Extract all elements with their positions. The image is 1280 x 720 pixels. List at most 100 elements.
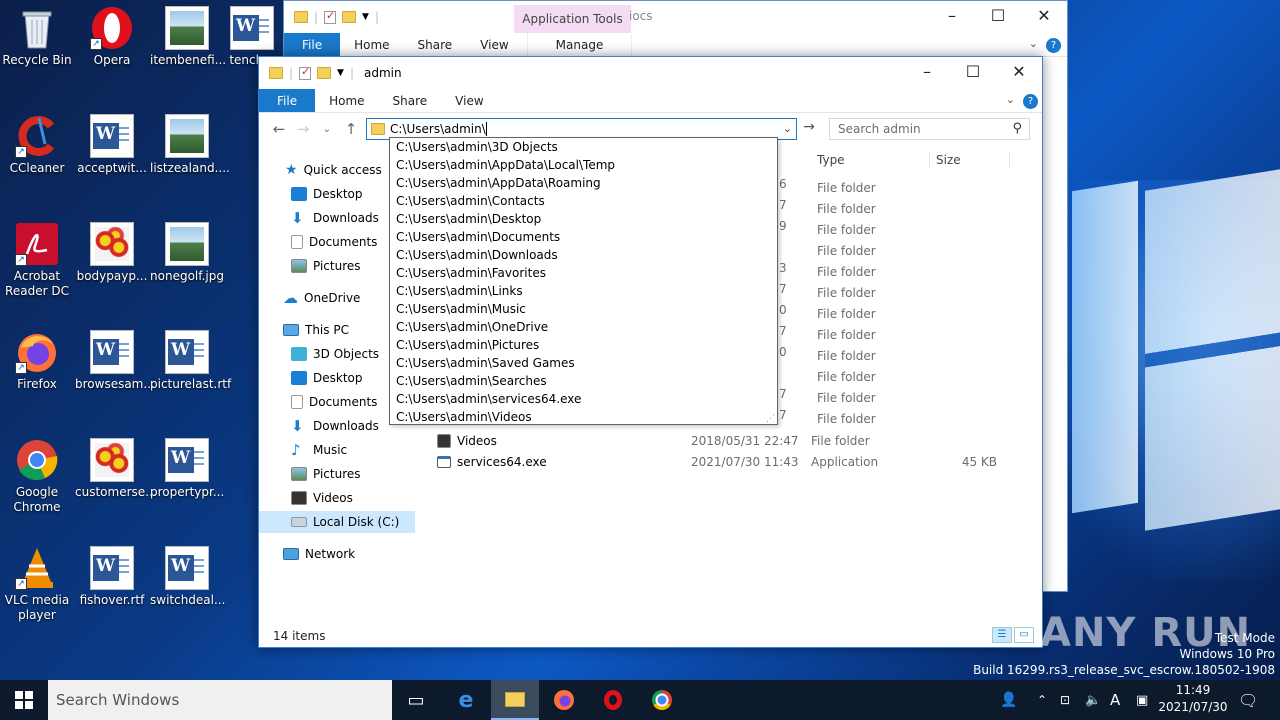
column-header-size[interactable]: Size xyxy=(936,153,961,167)
chevron-down-icon[interactable]: ▼ xyxy=(362,12,369,22)
desktop-icon-customerse[interactable]: customerse... xyxy=(75,432,157,500)
volume-icon[interactable]: 🔈 xyxy=(1085,680,1101,720)
taskbar-search[interactable]: Search Windows xyxy=(48,680,392,720)
autocomplete-item[interactable]: C:\Users\admin\3D Objects xyxy=(390,138,777,156)
desktop-icon-chrome[interactable]: Google Chrome xyxy=(0,432,74,515)
close-icon[interactable]: ✕ xyxy=(996,57,1042,89)
maximize-icon[interactable]: ☐ xyxy=(975,1,1021,33)
tab-file[interactable]: File xyxy=(259,89,316,112)
network-tray-icon[interactable]: ⊡ xyxy=(1060,680,1070,720)
desktop-icon-recycle-bin[interactable]: Recycle Bin xyxy=(0,0,74,68)
desktop-icon-browsesam[interactable]: W browsesam... xyxy=(75,324,155,392)
nav-quick-access[interactable]: ★ Quick access xyxy=(285,159,382,181)
help-icon[interactable]: ? xyxy=(1046,38,1061,53)
recent-locations-icon[interactable]: ⌄ xyxy=(315,124,339,135)
notification-icon[interactable]: 🗨 xyxy=(1238,680,1258,720)
nav-pc-desktop[interactable]: Desktop xyxy=(291,367,363,389)
nav-onedrive[interactable]: ☁ OneDrive xyxy=(283,287,360,309)
show-hidden-icons[interactable]: ⌃ xyxy=(1037,680,1047,720)
tab-share[interactable]: Share xyxy=(379,89,442,112)
new-folder-icon[interactable] xyxy=(317,67,332,79)
desktop-icon-nonegolf[interactable]: nonegolf.jpg xyxy=(150,216,224,284)
task-view-icon[interactable]: ▭ xyxy=(392,680,440,720)
properties-icon[interactable] xyxy=(324,9,337,24)
column-header-type[interactable]: Type xyxy=(817,153,845,167)
desktop-icon-vlc[interactable]: ↗ VLC media player xyxy=(0,540,74,623)
autocomplete-item[interactable]: C:\Users\admin\Documents xyxy=(390,228,777,246)
nav-pc-documents[interactable]: Documents xyxy=(291,391,377,413)
back-arrow-icon[interactable]: ← xyxy=(267,120,291,138)
opera-taskbar-icon[interactable] xyxy=(589,680,637,720)
nav-pc-local-disk[interactable]: Local Disk (C:) xyxy=(259,511,415,533)
nav-this-pc[interactable]: This PC xyxy=(283,319,349,341)
desktop-icon-itembenefi[interactable]: itembenefi... xyxy=(150,0,226,68)
desktop-icon-acrobat[interactable]: ↗ Acrobat Reader DC xyxy=(0,216,74,299)
nav-qa-documents[interactable]: Documents xyxy=(291,231,377,253)
table-row[interactable]: Videos 2018/05/31 22:47 File folder xyxy=(437,430,1027,451)
edge-icon[interactable]: e xyxy=(442,680,490,720)
autocomplete-item[interactable]: C:\Users\admin\Pictures xyxy=(390,336,777,354)
desktop-icon-ccleaner[interactable]: ↗ CCleaner xyxy=(0,108,74,176)
up-arrow-icon[interactable]: ↑ xyxy=(339,120,363,138)
autocomplete-item[interactable]: C:\Users\admin\Saved Games xyxy=(390,354,777,372)
chevron-down-icon[interactable]: ▼ xyxy=(337,68,344,78)
nav-qa-pictures[interactable]: Pictures xyxy=(291,255,361,277)
tab-view[interactable]: View xyxy=(441,89,497,112)
clock[interactable]: 11:49 2021/07/30 xyxy=(1150,682,1236,716)
firefox-taskbar-icon[interactable] xyxy=(540,680,588,720)
autocomplete-item[interactable]: C:\Users\admin\services64.exe xyxy=(390,390,777,408)
desktop-icon-picturelast[interactable]: W picturelast.rtf xyxy=(150,324,231,392)
titlebar[interactable]: | ▼ | admin – ☐ ✕ xyxy=(259,57,1042,89)
autocomplete-item[interactable]: C:\Users\admin\Favorites xyxy=(390,264,777,282)
action-center-tray-icon[interactable]: ▣ xyxy=(1136,680,1148,720)
nav-pc-downloads[interactable]: ⬇ Downloads xyxy=(291,415,379,437)
back-tab-manage[interactable]: Manage xyxy=(526,33,633,56)
nav-pc-videos[interactable]: Videos xyxy=(291,487,353,509)
start-button[interactable] xyxy=(0,680,48,720)
forward-arrow-icon[interactable]: → xyxy=(291,120,315,138)
minimize-icon[interactable]: – xyxy=(929,1,975,33)
desktop-icon-propertypr[interactable]: W propertypr... xyxy=(150,432,224,500)
autocomplete-item[interactable]: C:\Users\admin\OneDrive xyxy=(390,318,777,336)
file-explorer-icon[interactable] xyxy=(491,680,539,720)
nav-pc-3d-objects[interactable]: 3D Objects xyxy=(291,343,379,365)
autocomplete-item[interactable]: C:\Users\admin\Searches xyxy=(390,372,777,390)
input-indicator-icon[interactable]: A xyxy=(1110,680,1120,720)
nav-qa-desktop[interactable]: Desktop xyxy=(291,183,363,205)
new-folder-icon[interactable] xyxy=(342,11,357,23)
close-icon[interactable]: ✕ xyxy=(1021,1,1067,33)
desktop-icon-acceptwit[interactable]: W acceptwit... xyxy=(75,108,149,176)
desktop-icon-opera[interactable]: ↗ Opera xyxy=(75,0,149,68)
autocomplete-item[interactable]: C:\Users\admin\Music xyxy=(390,300,777,318)
autocomplete-item[interactable]: C:\Users\admin\Videos xyxy=(390,408,777,426)
nav-qa-downloads[interactable]: ⬇ Downloads xyxy=(291,207,379,229)
back-tab-file[interactable]: File xyxy=(284,33,341,56)
tab-home[interactable]: Home xyxy=(315,89,378,112)
search-box[interactable]: Search admin ⚲ xyxy=(829,118,1030,140)
desktop-icon-fishover[interactable]: W fishover.rtf xyxy=(75,540,149,608)
desktop-icon-firefox[interactable]: ↗ Firefox xyxy=(0,324,74,392)
ribbon-expand-icon[interactable]: ⌄ xyxy=(1021,33,1046,56)
autocomplete-item[interactable]: C:\Users\admin\Contacts xyxy=(390,192,777,210)
chrome-taskbar-icon[interactable] xyxy=(638,680,686,720)
desktop-icon-bodypayp[interactable]: bodypayp... xyxy=(75,216,149,284)
table-row[interactable]: services64.exe 2021/07/30 11:43 Applicat… xyxy=(437,451,1027,472)
properties-icon[interactable] xyxy=(299,65,312,80)
desktop-icon-switchdeal[interactable]: W switchdeal... xyxy=(150,540,225,608)
resize-grip-icon[interactable]: ⋰ xyxy=(766,414,775,424)
desktop-icon-listzealand[interactable]: listzealand.... xyxy=(150,108,230,176)
help-icon[interactable]: ? xyxy=(1023,94,1038,109)
autocomplete-item[interactable]: C:\Users\admin\Desktop xyxy=(390,210,777,228)
back-tab-view[interactable]: View xyxy=(466,33,522,56)
autocomplete-item[interactable]: C:\Users\admin\Downloads xyxy=(390,246,777,264)
ribbon-expand-icon[interactable]: ⌄ xyxy=(998,89,1023,112)
nav-pc-music[interactable]: ♪ Music xyxy=(291,439,347,461)
back-titlebar[interactable]: | ▼ | Application Tools iocs – ☐ ✕ xyxy=(284,1,1067,33)
autocomplete-item[interactable]: C:\Users\admin\Links xyxy=(390,282,777,300)
back-tab-share[interactable]: Share xyxy=(404,33,467,56)
back-tab-home[interactable]: Home xyxy=(340,33,403,56)
search-input[interactable]: Search admin xyxy=(838,122,921,136)
autocomplete-item[interactable]: C:\Users\admin\AppData\Roaming xyxy=(390,174,777,192)
people-icon[interactable]: 👤 xyxy=(1000,680,1017,720)
chevron-down-icon[interactable]: ⌄ xyxy=(783,122,792,135)
